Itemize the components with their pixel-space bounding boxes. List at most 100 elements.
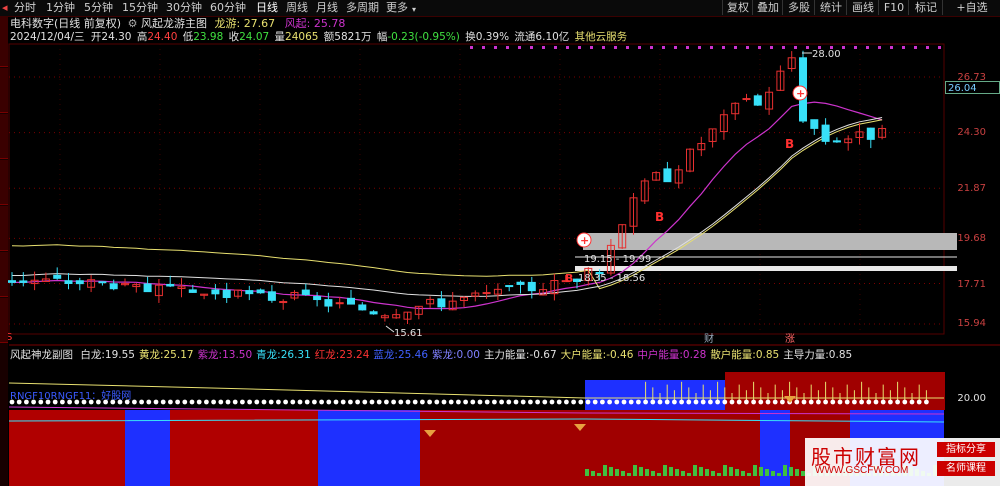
sub-indicator-name[interactable]: 风起神龙副图 — [10, 349, 73, 361]
candle-body — [313, 296, 322, 301]
stats-button[interactable]: 统计 — [814, 0, 847, 15]
tab-5min[interactable]: 5分钟 — [84, 1, 113, 15]
indicator-name[interactable]: 风起龙游主图 — [141, 17, 207, 30]
top-dot — [878, 46, 881, 49]
candle-body — [663, 168, 672, 183]
sub-white-dot — [693, 399, 699, 405]
sub-white-dot — [600, 399, 605, 405]
sub-item-label: 紫龙: — [197, 349, 223, 361]
limit-up-event-mark[interactable]: 涨 — [785, 333, 795, 346]
tab-15min[interactable]: 15分钟 — [122, 1, 158, 15]
top-dot — [698, 46, 701, 49]
sub-item-label: 蓝龙: — [373, 349, 398, 361]
open-label: 开 — [90, 31, 102, 43]
multi-stock-button[interactable]: 多股 — [782, 0, 815, 15]
sub-energy-band — [318, 410, 420, 486]
quote-date: 2024/12/04/三 — [10, 31, 85, 43]
watermark-logo: 股市财富网 WWW.GSCFW.COM 指标分享 名师课程 — [805, 438, 1000, 486]
left-strip-item[interactable] — [0, 160, 8, 205]
top-dot — [926, 46, 929, 49]
sub-item-value: 25.17 — [163, 349, 194, 361]
top-dot — [578, 46, 581, 49]
sub-white-dot — [448, 399, 454, 405]
change-value: -0.23(-0.95%) — [387, 31, 460, 43]
sub-white-dot — [643, 399, 648, 405]
top-dot — [674, 46, 677, 49]
sub-volume-bar — [795, 469, 799, 476]
tab-1min[interactable]: 1分钟 — [46, 1, 75, 15]
sub-item-value: 25.46 — [397, 349, 428, 361]
overlay-button[interactable]: 叠加 — [752, 0, 783, 15]
sub-white-dot — [477, 399, 483, 405]
tab-weekly[interactable]: 周线 — [286, 1, 308, 15]
left-strip-item[interactable] — [0, 114, 8, 159]
candle-body — [53, 274, 62, 279]
sub-white-dot — [686, 399, 692, 405]
sub-white-dot — [398, 399, 404, 405]
tab-minute[interactable]: 分时 — [14, 1, 36, 15]
tab-daily[interactable]: 日线 — [256, 1, 278, 15]
fuquan-button[interactable]: 复权 — [722, 0, 753, 15]
sub-white-dot — [578, 399, 584, 405]
f10-button[interactable]: F10 — [878, 0, 909, 15]
sector-link[interactable]: 其他云服务 — [575, 31, 628, 43]
left-strip-item[interactable] — [0, 298, 8, 343]
sub-white-dot — [664, 399, 670, 405]
finance-event-mark[interactable]: 财 — [704, 333, 714, 346]
top-dot — [866, 46, 869, 49]
candle-body — [369, 311, 378, 315]
sub-white-dot — [247, 399, 253, 405]
tab-30min[interactable]: 30分钟 — [166, 1, 202, 15]
sub-white-dot — [715, 399, 720, 405]
sub-white-dot — [268, 399, 274, 405]
left-strip-item[interactable] — [0, 16, 8, 67]
buy-cross-marker: + — [796, 87, 805, 100]
indicator-header: 电科数字(日线 前复权) ⚙ 风起龙游主图 龙游: 27.67 风起: 25.7… — [10, 17, 345, 30]
sub-volume-bar — [735, 469, 739, 476]
sub-overlay-text: RNGF10RNGF11：好股网 — [10, 391, 132, 402]
top-dot — [914, 46, 917, 49]
sub-item-label: 主力能量: — [483, 349, 530, 361]
sub-volume-bar — [705, 469, 709, 476]
sub-white-dot — [319, 399, 324, 405]
sub-white-dot — [729, 399, 735, 405]
top-dot — [686, 46, 689, 49]
left-strip-item[interactable] — [0, 68, 8, 113]
back-arrow-icon[interactable]: ◂ — [2, 1, 8, 15]
gear-icon[interactable]: ⚙ — [128, 17, 138, 30]
sub-volume-bar — [747, 473, 751, 476]
candle-body — [188, 289, 197, 293]
close-label: 收 — [228, 31, 240, 43]
sub-volume-bar — [699, 467, 703, 476]
sub-white-dot — [470, 399, 476, 405]
top-dot — [842, 46, 845, 49]
left-strip-item[interactable] — [0, 252, 8, 297]
mark-button[interactable]: 标记 — [908, 0, 943, 15]
candle-body — [245, 290, 254, 295]
sub-white-dot — [564, 399, 569, 405]
buy-signal-b: B — [565, 272, 574, 285]
tab-60min[interactable]: 60分钟 — [210, 1, 246, 15]
candle-body — [267, 291, 276, 301]
more-chevron-icon[interactable]: ▾ — [412, 3, 416, 17]
tab-multi-period[interactable]: 多周期 — [346, 1, 379, 15]
sub-volume-bar — [657, 473, 661, 476]
draw-button[interactable]: 画线 — [846, 0, 879, 15]
candle-body — [279, 301, 288, 304]
turnover-label: 换 — [465, 31, 476, 43]
stock-name[interactable]: 电科数字(日线 前复权) — [10, 17, 121, 30]
sub-white-dot — [153, 399, 159, 405]
sub-white-dot — [888, 399, 893, 405]
kline-chart-area[interactable]: ++S — [0, 0, 1000, 486]
add-watchlist-button[interactable]: +自选 — [942, 0, 1000, 15]
left-strip-item[interactable] — [0, 206, 8, 251]
sub-white-dot — [823, 399, 828, 405]
sub-white-dot — [355, 399, 360, 405]
candle-body — [753, 95, 762, 106]
tab-more[interactable]: 更多 — [386, 1, 408, 15]
wind-label: 风起: — [284, 17, 311, 30]
top-dot — [710, 46, 713, 49]
sub-white-dot — [312, 399, 317, 405]
tab-monthly[interactable]: 月线 — [316, 1, 338, 15]
sub-energy-band — [125, 410, 170, 486]
